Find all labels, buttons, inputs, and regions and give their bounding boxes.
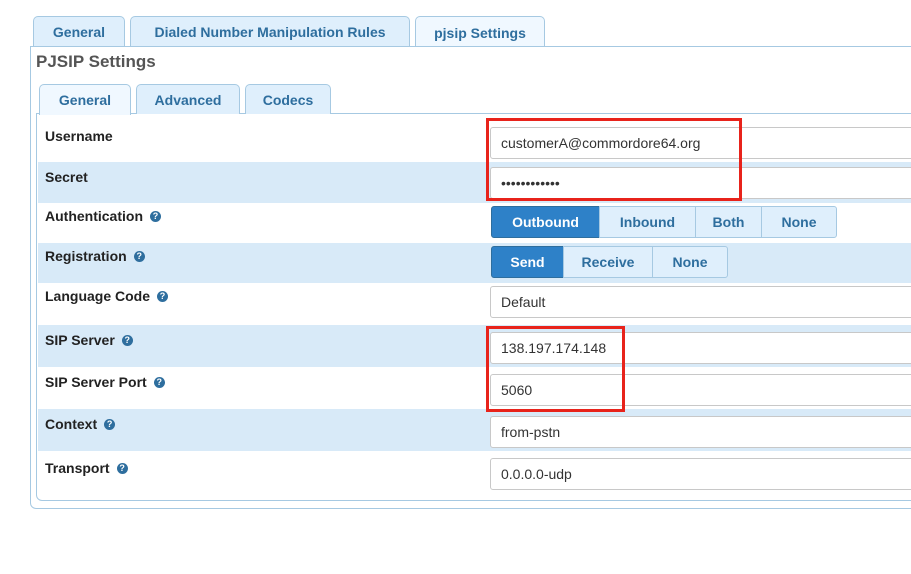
sip-server-label: SIP Server ? bbox=[45, 332, 133, 348]
transport-input[interactable]: 0.0.0.0-udp bbox=[490, 458, 911, 490]
sip-server-label-text: SIP Server bbox=[45, 332, 115, 348]
sip-server-port-label-text: SIP Server Port bbox=[45, 374, 147, 390]
authentication-help-icon[interactable]: ? bbox=[150, 210, 161, 222]
authentication-selector: Outbound Inbound Both None bbox=[491, 206, 837, 238]
registration-send-button[interactable]: Send bbox=[491, 246, 564, 278]
authentication-both-button[interactable]: Both bbox=[695, 206, 762, 238]
registration-label-text: Registration bbox=[45, 248, 127, 264]
registration-row: Registration ? bbox=[38, 243, 911, 283]
sip-server-help-icon[interactable]: ? bbox=[121, 334, 133, 346]
context-help-icon[interactable]: ? bbox=[104, 418, 116, 430]
username-label: Username bbox=[45, 128, 113, 144]
registration-selector: Send Receive None bbox=[491, 246, 728, 278]
registration-none-button[interactable]: None bbox=[652, 246, 728, 278]
sip-server-input[interactable]: 138.197.174.148 bbox=[490, 332, 911, 364]
top-tab-bar: General Dialed Number Manipulation Rules… bbox=[33, 16, 550, 48]
section-title: PJSIP Settings bbox=[36, 52, 156, 71]
transport-label: Transport ? bbox=[45, 460, 128, 476]
username-label-text: Username bbox=[45, 128, 113, 144]
authentication-inbound-button[interactable]: Inbound bbox=[599, 206, 696, 238]
authentication-outbound-button[interactable]: Outbound bbox=[491, 206, 600, 238]
sip-server-port-input[interactable]: 5060 bbox=[490, 374, 911, 406]
language-code-label-text: Language Code bbox=[45, 288, 151, 304]
transport-help-icon[interactable]: ? bbox=[116, 462, 128, 474]
secret-label: Secret bbox=[45, 169, 88, 185]
context-label: Context ? bbox=[45, 416, 116, 432]
sip-server-port-help-icon[interactable]: ? bbox=[153, 376, 165, 388]
tab-pjsip-settings[interactable]: pjsip Settings bbox=[415, 16, 545, 48]
subtab-codecs[interactable]: Codecs bbox=[245, 84, 331, 114]
context-label-text: Context bbox=[45, 416, 98, 432]
language-code-label: Language Code ? bbox=[45, 288, 169, 304]
registration-receive-button[interactable]: Receive bbox=[563, 246, 653, 278]
context-input[interactable]: from-pstn bbox=[490, 416, 911, 448]
sub-tab-bar: General Advanced Codecs bbox=[39, 84, 336, 115]
registration-label: Registration ? bbox=[45, 248, 145, 264]
transport-label-text: Transport bbox=[45, 460, 110, 476]
username-input[interactable]: customerA@commordore64.org bbox=[490, 127, 911, 159]
sip-server-port-label: SIP Server Port ? bbox=[45, 374, 165, 390]
secret-label-text: Secret bbox=[45, 169, 88, 185]
authentication-label-text: Authentication bbox=[45, 208, 143, 224]
registration-help-icon[interactable]: ? bbox=[133, 250, 145, 262]
secret-input[interactable]: •••••••••••• bbox=[490, 167, 911, 199]
tab-general[interactable]: General bbox=[33, 16, 125, 47]
language-code-input[interactable]: Default bbox=[490, 286, 911, 318]
subtab-advanced[interactable]: Advanced bbox=[136, 84, 240, 114]
subtab-general[interactable]: General bbox=[39, 84, 131, 115]
authentication-none-button[interactable]: None bbox=[761, 206, 837, 238]
language-code-help-icon[interactable]: ? bbox=[157, 290, 169, 302]
tab-dialed-number-manipulation-rules[interactable]: Dialed Number Manipulation Rules bbox=[130, 16, 410, 47]
authentication-label: Authentication ? bbox=[45, 208, 161, 224]
